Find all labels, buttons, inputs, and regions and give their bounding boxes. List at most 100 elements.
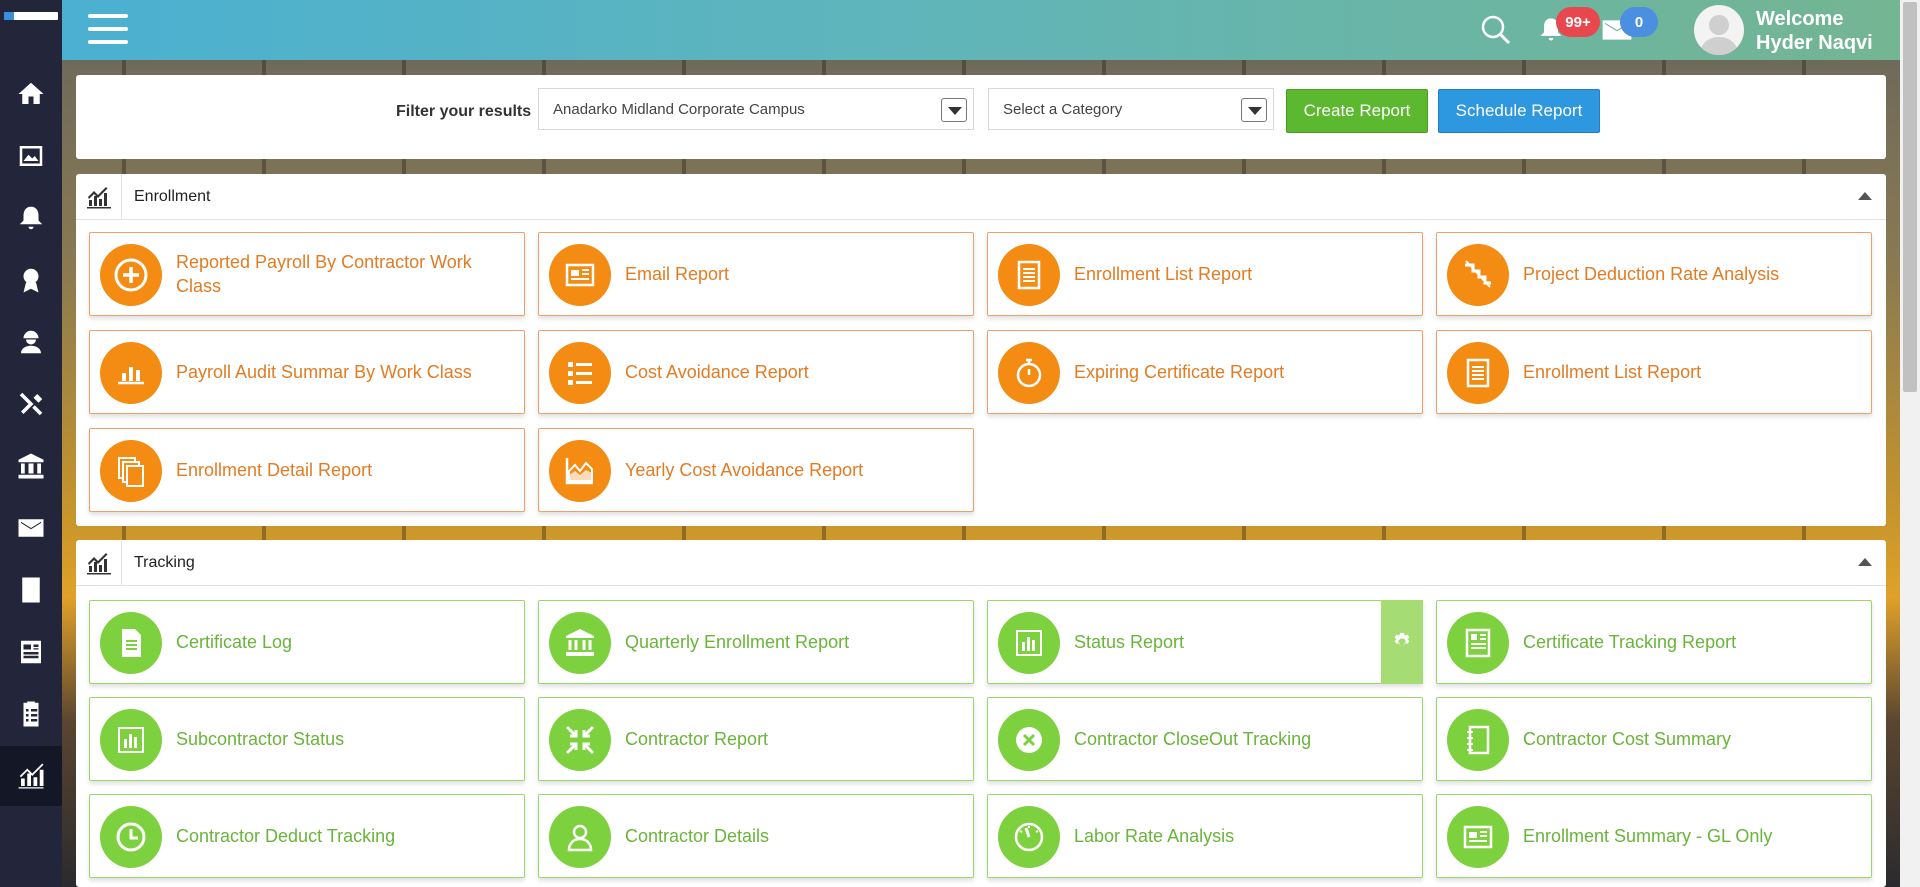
doc-card-icon	[1447, 612, 1509, 674]
report-card[interactable]: Certificate Tracking Report	[1436, 600, 1872, 684]
stopwatch-icon	[998, 342, 1060, 404]
report-card[interactable]: Yearly Cost Avoidance Report	[538, 428, 974, 512]
report-card-label: Contractor Details	[625, 826, 770, 846]
hamburger-menu-icon[interactable]	[88, 14, 128, 44]
category-select-value: Select a Category	[1003, 101, 1123, 118]
report-card[interactable]: Enrollment List Report	[1436, 330, 1872, 414]
tools-icon[interactable]	[0, 374, 62, 434]
worker-icon[interactable]	[0, 312, 62, 372]
avatar[interactable]	[1694, 5, 1744, 55]
report-card-label: Expiring Certificate Report	[1074, 362, 1285, 382]
report-card-label: Enrollment Detail Report	[176, 460, 373, 480]
chevron-down-icon[interactable]	[1241, 98, 1267, 122]
report-card[interactable]: Contractor Deduct Tracking	[89, 794, 525, 878]
award-icon[interactable]	[0, 250, 62, 310]
scrollbar-thumb[interactable]	[1903, 2, 1917, 392]
report-card[interactable]: Reported Payroll By Contractor Work Clas…	[89, 232, 525, 316]
report-card-label: Yearly Cost Avoidance Report	[625, 460, 864, 480]
report-card[interactable]: Contractor Cost Summary	[1436, 697, 1872, 781]
compress-icon	[549, 709, 611, 771]
dashboard-icon[interactable]	[0, 126, 62, 186]
tracking-panel: Tracking Certificate Log Quarterly Enrol…	[76, 540, 1886, 887]
enrollment-panel: Enrollment Reported Payroll By Contracto…	[76, 174, 1886, 526]
report-card[interactable]: Subcontractor Status	[89, 697, 525, 781]
report-card-label: Labor Rate Analysis	[1074, 826, 1235, 846]
gauge-icon	[998, 806, 1060, 868]
search-icon[interactable]	[1480, 14, 1512, 46]
report-card[interactable]: Contractor Report	[538, 697, 974, 781]
report-card-label: Contractor Deduct Tracking	[176, 826, 396, 846]
welcome-text[interactable]: Welcome Hyder Naqvi	[1756, 7, 1873, 55]
notification-badge[interactable]: 99+	[1556, 7, 1600, 37]
report-card-label: Contractor Report	[625, 729, 769, 749]
report-card-label: Subcontractor Status	[176, 729, 345, 749]
report-card[interactable]: Quarterly Enrollment Report	[538, 600, 974, 684]
report-card[interactable]: Cost Avoidance Report	[538, 330, 974, 414]
user-icon	[549, 806, 611, 868]
report-card-label: Project Deduction Rate Analysis	[1523, 264, 1780, 284]
list-doc-icon	[998, 244, 1060, 306]
list-doc-icon	[1447, 342, 1509, 404]
report-card-label: Contractor CloseOut Tracking	[1074, 729, 1312, 749]
user-name: Hyder Naqvi	[1756, 32, 1873, 54]
schedule-report-button[interactable]: Schedule Report	[1438, 89, 1600, 133]
analytics-icon	[76, 540, 122, 586]
report-card-label: Cost Avoidance Report	[625, 362, 809, 382]
report-card-label: Certificate Log	[176, 632, 293, 652]
list-icon	[549, 342, 611, 404]
report-card[interactable]: Contractor CloseOut Tracking	[987, 697, 1423, 781]
report-card-label: Quarterly Enrollment Report	[625, 632, 850, 652]
report-card[interactable]: Enrollment List Report	[987, 232, 1423, 316]
report-card[interactable]: Enrollment Detail Report	[89, 428, 525, 512]
vertical-scrollbar[interactable]	[1900, 0, 1920, 887]
tracking-title: Tracking	[134, 554, 195, 571]
bank-icon[interactable]	[0, 436, 62, 496]
collapse-caret-icon[interactable]	[1858, 558, 1872, 566]
report-card[interactable]: Contractor Details	[538, 794, 974, 878]
create-report-button[interactable]: Create Report	[1286, 89, 1428, 133]
report-card[interactable]: Labor Rate Analysis	[987, 794, 1423, 878]
welcome-label: Welcome	[1756, 8, 1844, 30]
newspaper-icon	[549, 244, 611, 306]
chevron-down-icon[interactable]	[941, 98, 967, 122]
report-card-label: Payroll Audit Summar By Work Class	[176, 362, 472, 382]
gear-icon[interactable]	[1381, 600, 1423, 684]
category-select[interactable]: Select a Category	[988, 88, 1274, 130]
tracking-panel-header[interactable]: Tracking	[76, 540, 1886, 586]
report-card-label: Email Report	[625, 264, 730, 284]
report-card[interactable]: Payroll Audit Summar By Work Class	[89, 330, 525, 414]
collapse-caret-icon[interactable]	[1858, 192, 1872, 200]
top-header: 99+ 0 Welcome Hyder Naqvi	[62, 0, 1900, 60]
report-card[interactable]: Project Deduction Rate Analysis	[1436, 232, 1872, 316]
chart-frame-icon	[100, 709, 162, 771]
messages-badge[interactable]: 0	[1620, 7, 1658, 37]
notebook-icon	[1447, 709, 1509, 771]
copy-icon	[100, 440, 162, 502]
app-logo[interactable]	[4, 12, 58, 20]
campus-select[interactable]: Anadarko Midland Corporate Campus	[538, 88, 974, 130]
newspaper-icon	[1447, 806, 1509, 868]
home-icon[interactable]	[0, 64, 62, 124]
report-card[interactable]: Enrollment Summary - GL Only	[1436, 794, 1872, 878]
filter-bar: Filter your results Anadarko Midland Cor…	[76, 75, 1886, 159]
report-card[interactable]: Expiring Certificate Report	[987, 330, 1423, 414]
campus-select-value: Anadarko Midland Corporate Campus	[553, 101, 805, 118]
chart-frame-icon	[998, 612, 1060, 674]
close-circle-icon	[998, 709, 1060, 771]
sidebar	[0, 0, 62, 887]
checklist-icon[interactable]	[0, 684, 62, 744]
analytics-icon[interactable]	[0, 746, 62, 806]
bell-icon[interactable]	[0, 188, 62, 248]
filter-label: Filter your results	[396, 103, 532, 120]
enrollment-title: Enrollment	[134, 188, 211, 205]
report-card-label: Enrollment List Report	[1523, 362, 1702, 382]
file-icon	[100, 612, 162, 674]
report-icon[interactable]	[0, 622, 62, 682]
mail-icon[interactable]	[0, 498, 62, 558]
report-card[interactable]: Email Report	[538, 232, 974, 316]
report-card[interactable]: Status Report	[987, 600, 1423, 684]
document-icon[interactable]	[0, 560, 62, 620]
analytics-icon	[76, 174, 122, 220]
report-card[interactable]: Certificate Log	[89, 600, 525, 684]
enrollment-panel-header[interactable]: Enrollment	[76, 174, 1886, 220]
